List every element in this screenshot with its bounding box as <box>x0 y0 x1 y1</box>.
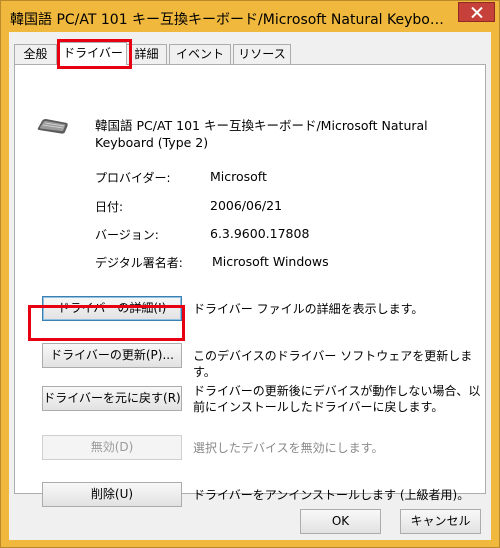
window-title: 韓国語 PC/AT 101 キー互換キーボード/Microsoft Natura… <box>10 12 444 28</box>
tab-events[interactable]: イベント <box>169 44 231 64</box>
device-properties-window: 韓国語 PC/AT 101 キー互換キーボード/Microsoft Natura… <box>0 0 500 548</box>
update-driver-button[interactable]: ドライバーの更新(P)... <box>42 343 182 368</box>
title-bar[interactable]: 韓国語 PC/AT 101 キー互換キーボード/Microsoft Natura… <box>1 1 499 32</box>
date-value: 2006/06/21 <box>210 198 283 213</box>
version-label: バージョン: <box>95 228 159 242</box>
disable-device-button[interactable]: 無効(D) <box>42 435 182 460</box>
tab-highlight-box <box>57 39 132 69</box>
update-driver-description: このデバイスのドライバー ソフトウェアを更新します。 <box>193 349 473 379</box>
driver-details-description: ドライバー ファイルの詳細を表示します。 <box>193 302 424 316</box>
roll-back-driver-button[interactable]: ドライバーを元に戻す(R) <box>42 386 182 411</box>
update-button-highlight-box <box>28 305 185 341</box>
keyboard-icon <box>37 117 69 138</box>
disable-device-description: 選択したデバイスを無効にします。 <box>193 441 384 455</box>
driver-tab-panel: 韓国語 PC/AT 101 キー互換キーボード/Microsoft Natura… <box>14 64 486 507</box>
provider-value: Microsoft <box>210 169 267 184</box>
provider-label: プロバイダー: <box>95 171 171 185</box>
tab-general[interactable]: 全般 <box>14 44 57 64</box>
close-icon <box>471 7 483 18</box>
uninstall-driver-description: ドライバーをアンインストールします (上級者用)。 <box>193 488 470 502</box>
version-value: 6.3.9600.17808 <box>210 226 310 241</box>
ok-button[interactable]: OK <box>300 509 381 534</box>
close-button[interactable] <box>458 2 495 22</box>
dialog-client-area: 全般 ドライバー 詳細 イベント リソース 韓国語 PC/AT 101 キー互換… <box>9 32 491 540</box>
device-name: 韓国語 PC/AT 101 キー互換キーボード/Microsoft Natura… <box>95 118 428 150</box>
signer-label: デジタル署名者: <box>95 256 183 270</box>
tab-resources[interactable]: リソース <box>233 44 291 64</box>
roll-back-driver-description: ドライバーの更新後にデバイスが動作しない場合、以前にインストールしたドライバーに… <box>193 384 481 414</box>
date-label: 日付: <box>95 200 124 214</box>
tab-details[interactable]: 詳細 <box>126 44 167 64</box>
cancel-button[interactable]: キャンセル <box>400 509 481 534</box>
uninstall-driver-button[interactable]: 削除(U) <box>42 482 182 507</box>
signer-value: Microsoft Windows <box>212 254 329 269</box>
